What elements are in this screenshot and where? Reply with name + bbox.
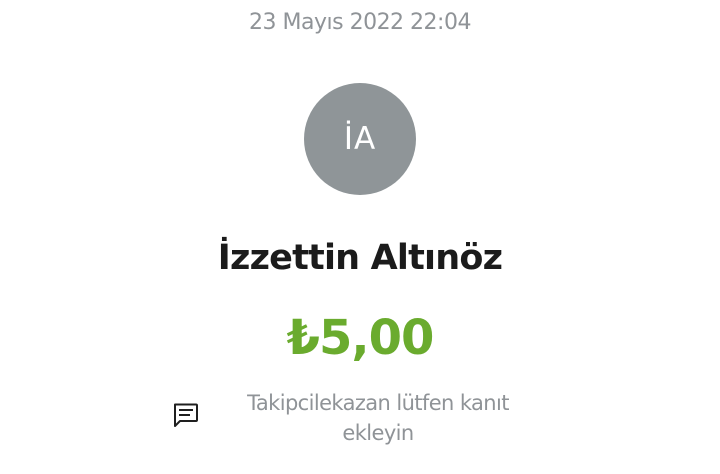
message-icon	[174, 403, 198, 427]
transaction-amount: ₺5,00	[286, 310, 435, 366]
avatar: İA	[304, 83, 416, 195]
transaction-date: 23 Mayıs 2022 22:04	[249, 10, 471, 35]
transaction-note: Takipcilekazan lütfen kanıt ekleyin	[247, 391, 509, 445]
recipient-name: İzzettin Altınöz	[217, 238, 503, 278]
avatar-initials: İA	[343, 121, 377, 157]
